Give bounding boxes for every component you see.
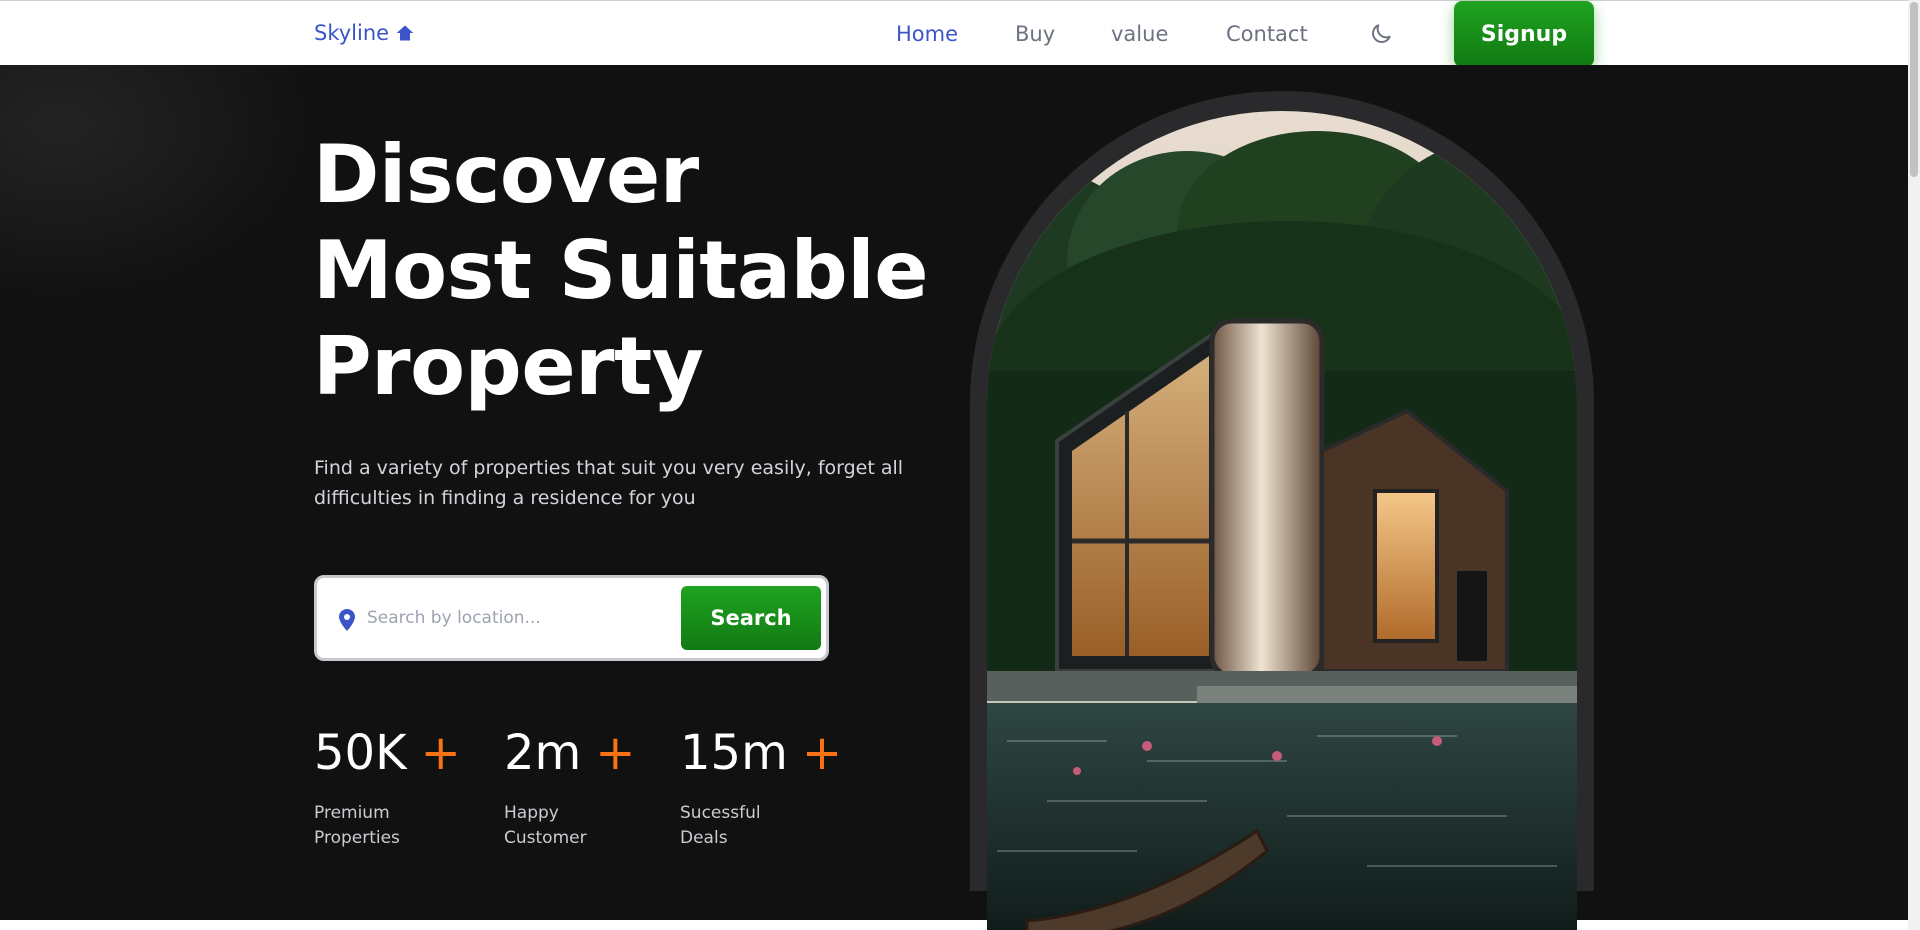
property-illustration [987,111,1577,930]
home-icon [396,25,414,41]
scrollbar-thumb[interactable] [1910,2,1918,177]
hero-title-line-1: Discover [313,128,699,221]
stat-number: 15m + [680,725,842,781]
stat-plus: + [595,725,636,781]
hero-title-line-3: Property [313,320,704,413]
stat-premium-properties: 50K + Premium Properties [314,725,461,851]
logo[interactable]: Skyline [314,21,415,45]
hero-title: Discover Most Suitable Property [313,127,928,415]
moon-icon[interactable] [1368,21,1394,47]
search-button[interactable]: Search [681,586,821,650]
stat-number: 50K + [314,725,461,781]
stat-plus: + [801,725,843,781]
stat-number: 2m + [504,725,636,781]
logo-text: Skyline [314,21,390,45]
hero-subtitle: Find a variety of properties that suit y… [314,457,904,509]
hero-section: Discover Most Suitable Property Find a v… [0,65,1908,920]
stat-label: Premium Properties [314,803,400,848]
stat-label: Sucessful Deals [680,803,761,848]
stat-happy-customer: 2m + Happy Customer [504,725,636,851]
hero-title-line-2: Most Suitable [313,224,928,317]
signup-button[interactable]: Signup [1454,1,1594,67]
stat-plus: + [420,725,461,781]
stat-value: 2m [504,725,582,781]
stat-value: 50K [314,725,407,781]
page-scrollbar[interactable] [1908,0,1920,930]
nav-link-contact[interactable]: Contact [1226,22,1308,46]
search-input[interactable] [367,600,667,636]
navbar: Skyline Home Buy value Contact Signup [0,0,1908,67]
nav-link-home[interactable]: Home [896,22,958,46]
stat-successful-deals: 15m + Sucessful Deals [680,725,842,851]
hero-property-image [987,111,1577,930]
nav-link-buy[interactable]: Buy [1015,22,1055,46]
stat-label: Happy Customer [504,803,587,848]
nav-link-value[interactable]: value [1111,22,1168,46]
search-bar: Search [314,575,829,661]
stat-value: 15m [680,725,788,781]
location-pin-icon [339,609,355,631]
